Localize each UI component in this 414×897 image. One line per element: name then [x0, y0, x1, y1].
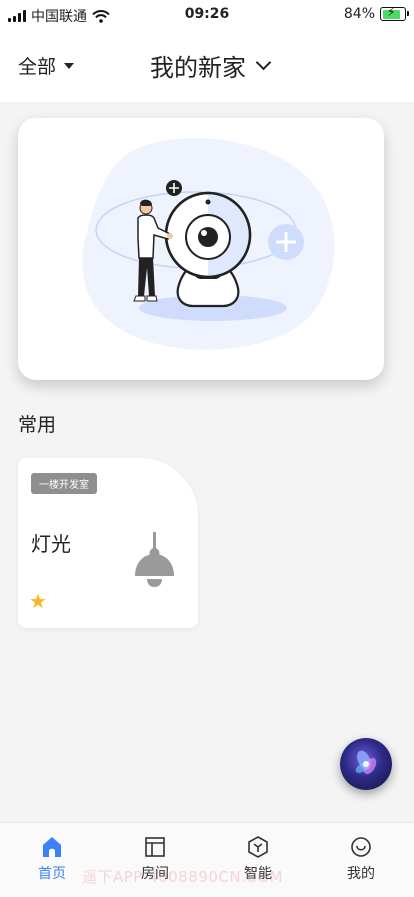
- caret-down-icon: [64, 62, 75, 69]
- tab-smart[interactable]: 智能: [228, 833, 288, 883]
- add-device-banner[interactable]: [18, 118, 384, 380]
- status-right: 84% ⚡: [343, 5, 409, 22]
- smart-icon: [248, 836, 268, 858]
- battery-percent: 84%: [343, 6, 375, 22]
- tab-home-label: 首页: [38, 866, 66, 882]
- tab-profile[interactable]: 我的: [331, 833, 391, 883]
- device-card[interactable]: 一楼开发室 灯光 ★: [18, 458, 198, 628]
- tab-smart-label: 智能: [244, 866, 272, 882]
- home-selector[interactable]: 我的新家: [150, 48, 272, 83]
- tab-bar: 首页 房间 智能 我的: [0, 822, 414, 897]
- home-name: 我的新家: [150, 54, 246, 82]
- tab-profile-label: 我的: [347, 866, 375, 882]
- home-icon: [43, 837, 61, 857]
- profile-icon: [351, 837, 371, 857]
- section-title: 常用: [18, 414, 57, 436]
- tab-home[interactable]: 首页: [22, 833, 82, 883]
- camera-illustration: [82, 138, 335, 350]
- tab-rooms-label: 房间: [141, 866, 169, 882]
- voice-assistant-icon: [355, 750, 377, 775]
- tab-rooms[interactable]: 房间: [125, 833, 185, 883]
- app-header: 全部 我的新家: [0, 30, 414, 102]
- voice-assistant-button[interactable]: [340, 738, 392, 790]
- room-tag: 一楼开发室: [31, 473, 97, 494]
- room-icon: [145, 837, 165, 857]
- filter-dropdown[interactable]: 全部: [18, 52, 75, 79]
- star-icon[interactable]: ★: [29, 591, 47, 611]
- chevron-down-icon: [255, 54, 272, 71]
- battery-icon: ⚡: [380, 5, 409, 21]
- status-bar: 中国联通 09:26 84% ⚡: [0, 0, 414, 30]
- pendant-lamp-icon: [135, 532, 174, 587]
- filter-label: 全部: [18, 56, 57, 78]
- device-name: 灯光: [31, 532, 71, 556]
